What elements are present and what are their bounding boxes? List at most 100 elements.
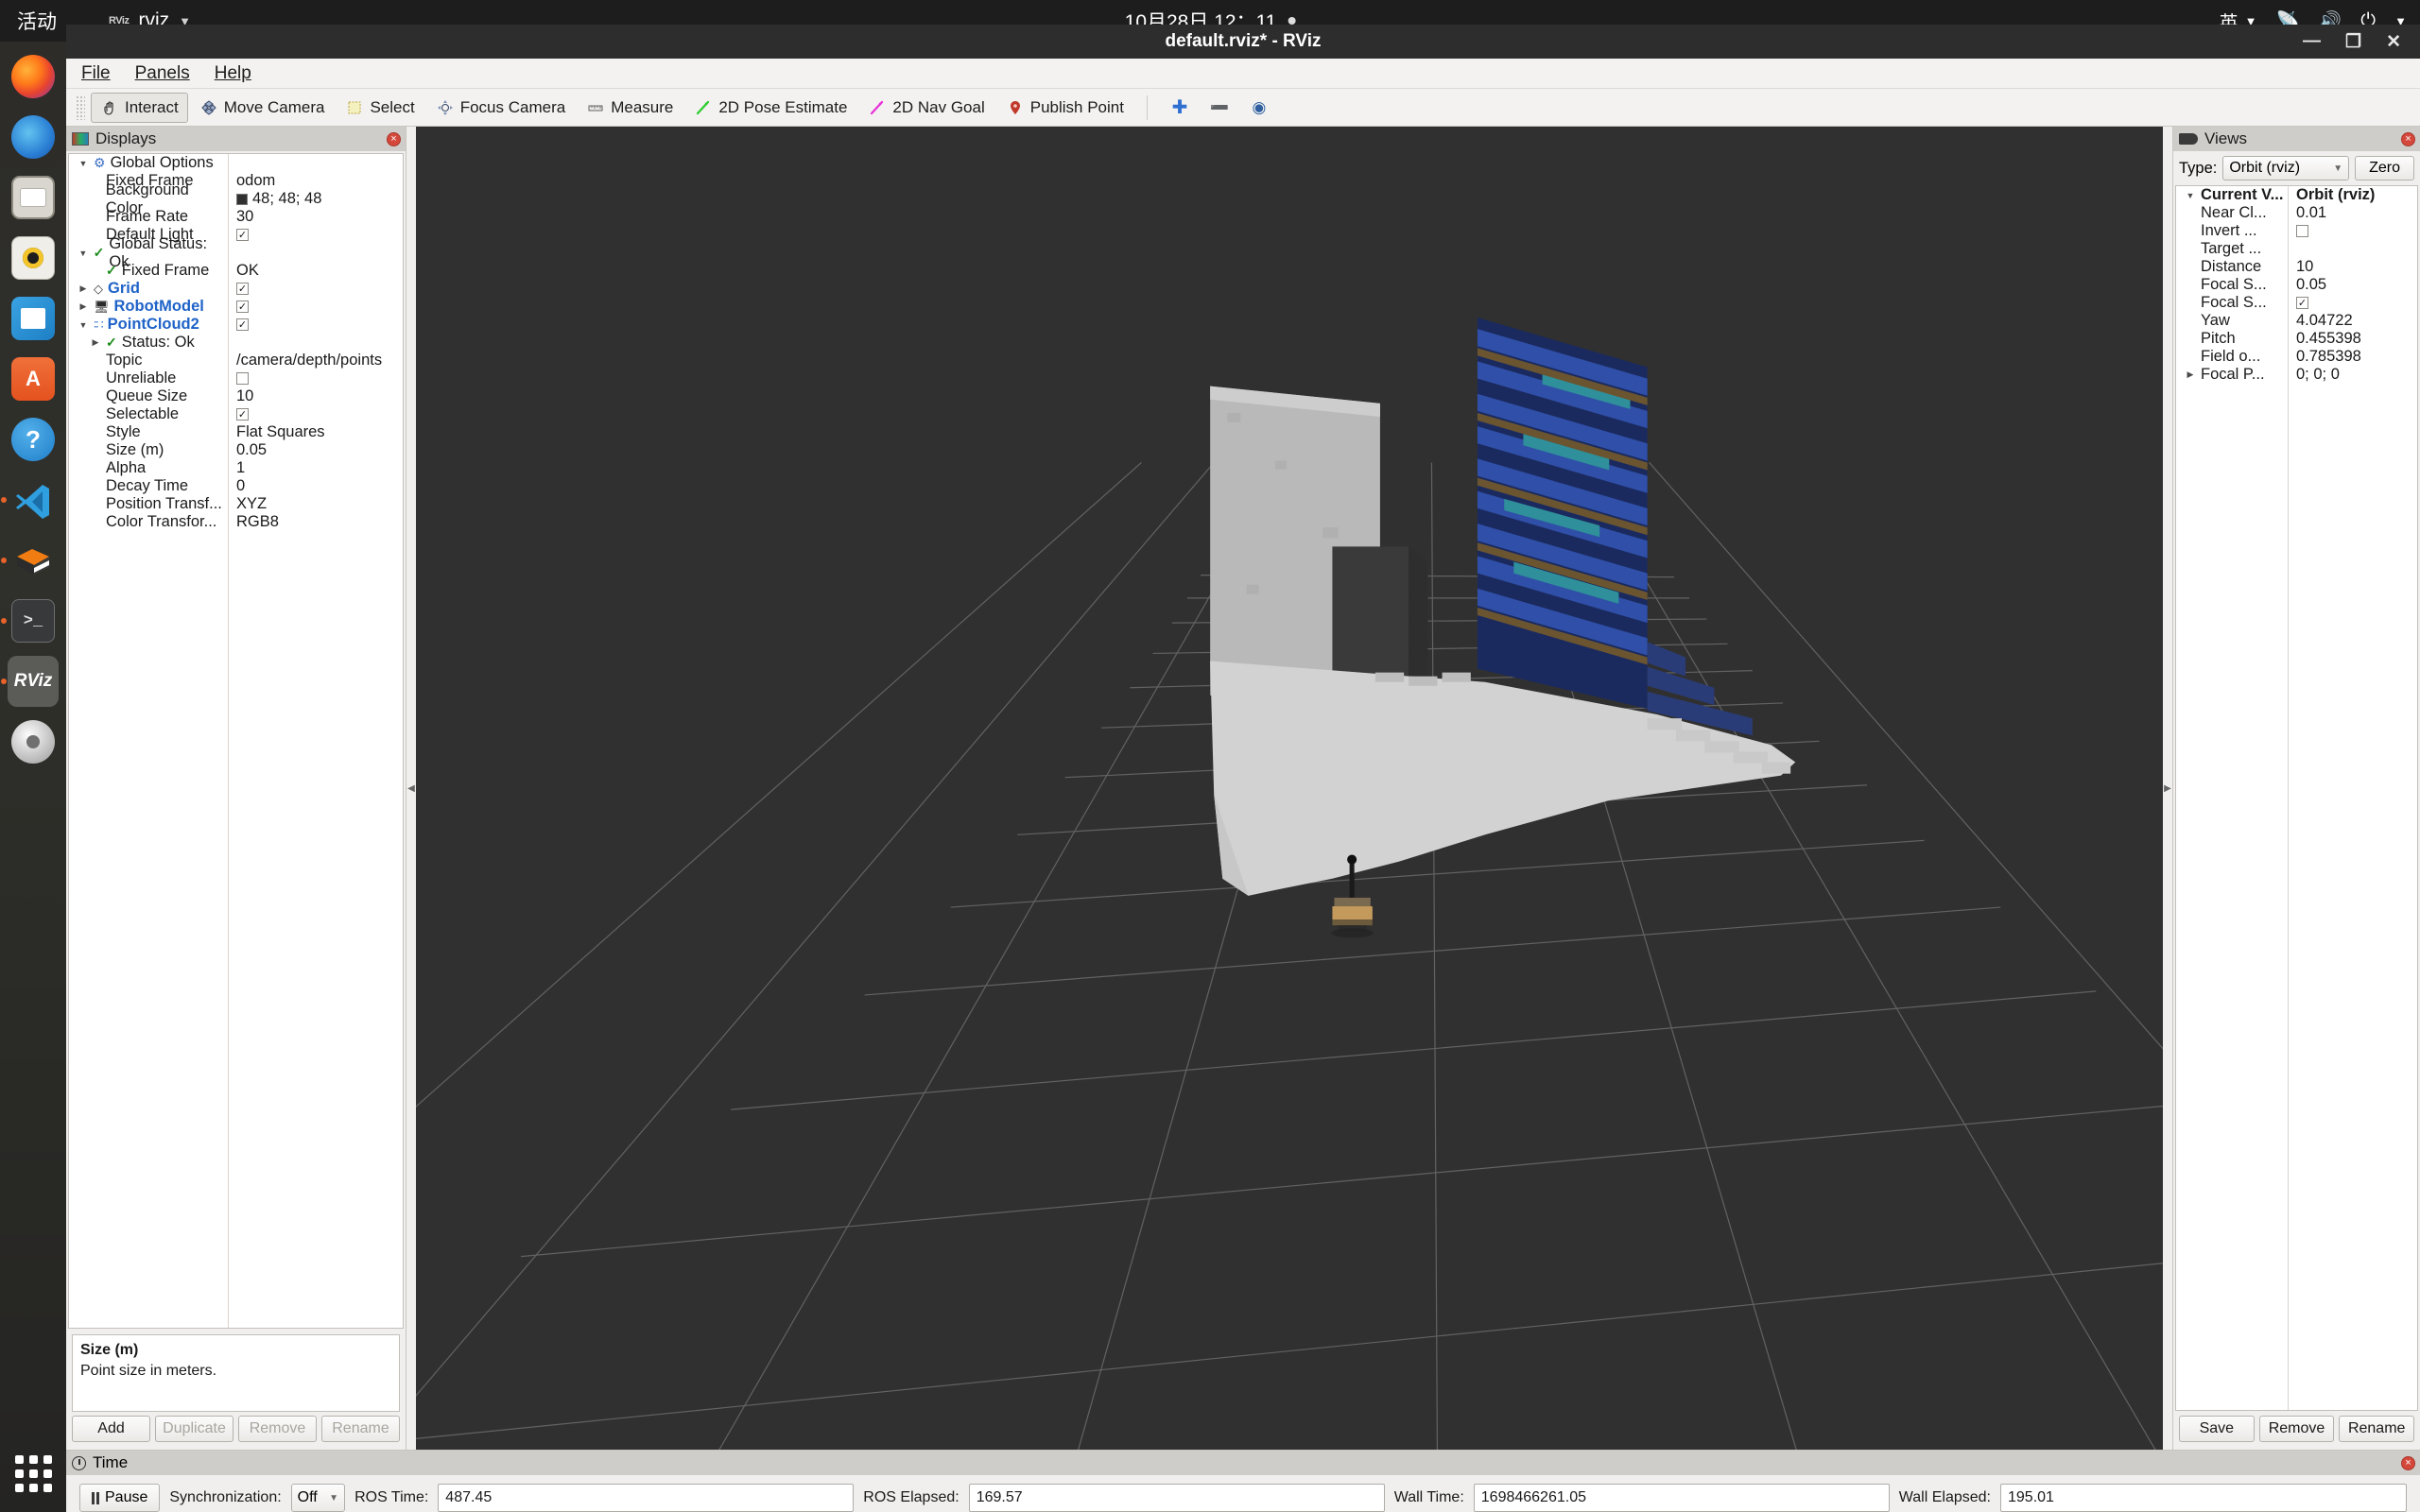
close-button[interactable]: ✕	[2386, 31, 2401, 53]
displays-tree[interactable]: ⚙ Global Options Fixed Frame odomBackground…	[68, 153, 404, 1329]
tree-row[interactable]: Yaw 4.04722	[2176, 312, 2417, 330]
tool-2d-pose-estimate[interactable]: 2D Pose Estimate	[684, 93, 856, 123]
tool-interact[interactable]: Interact	[91, 92, 188, 123]
tree-row[interactable]: Near Cl... 0.01	[2176, 204, 2417, 222]
right-splitter-handle[interactable]: ▶	[2163, 127, 2172, 1450]
dock-item-rviz[interactable]: RViz	[8, 656, 59, 707]
menu-item-file[interactable]: File	[81, 63, 111, 84]
tree-row[interactable]: Focal S... ✓	[2176, 294, 2417, 312]
tree-row[interactable]: ✓ Fixed Frame OK	[69, 262, 403, 280]
tree-row[interactable]: Decay Time 0	[69, 477, 403, 495]
tool-select[interactable]: Select	[336, 93, 424, 123]
tree-row[interactable]: Current V... Orbit (rviz)	[2176, 186, 2417, 204]
dock-item-rhythmbox[interactable]	[8, 232, 59, 284]
dock-item-firefox[interactable]	[8, 51, 59, 102]
dock-item-libreoffice-writer[interactable]	[8, 293, 59, 344]
remove-tool-button[interactable]: ➖	[1201, 93, 1238, 123]
dock-item-dvd[interactable]	[8, 716, 59, 767]
tree-row[interactable]: ✓Global Status: Ok	[69, 235, 403, 270]
activities-button[interactable]: 活动	[17, 7, 57, 35]
dock-item-thunderbird[interactable]	[8, 112, 59, 163]
tree-row[interactable]: Alpha 1	[69, 459, 403, 477]
tool-properties-button[interactable]: ◉	[1240, 93, 1278, 123]
checkbox[interactable]: ✓	[2296, 297, 2308, 309]
tree-row[interactable]: Unreliable	[69, 369, 403, 387]
add-tool-button[interactable]: ✚	[1161, 93, 1199, 123]
tree-row[interactable]: Focal P... 0; 0; 0	[2176, 366, 2417, 384]
tree-row[interactable]: 🖥RobotModel ✓	[69, 298, 403, 316]
tool-2d-nav-goal[interactable]: 2D Nav Goal	[858, 93, 994, 123]
dock-item-terminal[interactable]: >_	[8, 595, 59, 646]
render-viewport[interactable]	[416, 127, 2163, 1450]
ros-time-field[interactable]: 487.45	[438, 1484, 855, 1512]
tree-row[interactable]: Color Transfor... RGB8	[69, 513, 403, 531]
dock-item-help[interactable]	[8, 414, 59, 465]
tree-row[interactable]: ∶∷PointCloud2 ✓	[69, 316, 403, 334]
wall-elapsed-field[interactable]: 195.01	[2000, 1484, 2407, 1512]
tree-row[interactable]: Target ...	[2176, 240, 2417, 258]
tree-row[interactable]: ⚙ Global Options	[69, 154, 403, 172]
view-type-select[interactable]: Orbit (rviz) ▼	[2222, 156, 2350, 180]
dock-item-gazebo[interactable]	[8, 535, 59, 586]
close-icon[interactable]: ×	[387, 131, 401, 146]
ros-elapsed-field[interactable]: 169.57	[968, 1484, 1385, 1512]
expand-arrow-icon[interactable]	[2185, 191, 2196, 200]
tool-move-camera[interactable]: Move Camera	[190, 93, 335, 123]
tool-publish-point[interactable]: Publish Point	[996, 93, 1133, 123]
expand-arrow-icon[interactable]	[90, 337, 101, 348]
tree-row[interactable]: Frame Rate 30	[69, 208, 403, 226]
tree-row[interactable]: Selectable ✓	[69, 405, 403, 423]
tree-row[interactable]: Field o... 0.785398	[2176, 348, 2417, 366]
duplicate-display-button[interactable]: Duplicate	[155, 1416, 233, 1442]
rename-view-button[interactable]: Rename	[2339, 1416, 2415, 1442]
tree-row[interactable]: Distance 10	[2176, 258, 2417, 276]
checkbox[interactable]: ✓	[236, 301, 249, 313]
checkbox[interactable]: ✓	[236, 318, 249, 331]
close-icon[interactable]: ×	[2401, 1455, 2415, 1470]
remove-display-button[interactable]: Remove	[238, 1416, 317, 1442]
minimize-button[interactable]: —	[2303, 31, 2321, 52]
checkbox[interactable]	[236, 372, 249, 385]
dock-item-ubuntu-software[interactable]	[8, 353, 59, 404]
tree-row[interactable]: ✓ Status: Ok	[69, 334, 403, 352]
expand-arrow-icon[interactable]	[2185, 369, 2196, 380]
expand-arrow-icon[interactable]	[78, 320, 89, 330]
save-view-button[interactable]: Save	[2179, 1416, 2255, 1442]
synchronization-select[interactable]: Off ▼	[290, 1484, 346, 1512]
expand-arrow-icon[interactable]	[78, 284, 89, 294]
tree-row[interactable]: Background Color 48; 48; 48	[69, 181, 403, 216]
tree-row[interactable]: Focal S... 0.05	[2176, 276, 2417, 294]
tree-row[interactable]: ◇ Grid ✓	[69, 280, 403, 298]
tree-row[interactable]: Position Transf... XYZ	[69, 495, 403, 513]
rename-display-button[interactable]: Rename	[321, 1416, 400, 1442]
tree-row[interactable]: Topic/camera/depth/points	[69, 352, 403, 369]
remove-view-button[interactable]: Remove	[2258, 1416, 2335, 1442]
checkbox[interactable]	[2296, 225, 2308, 237]
menu-item-help[interactable]: Help	[215, 63, 251, 84]
expand-arrow-icon[interactable]	[78, 301, 89, 312]
color-swatch[interactable]	[236, 193, 248, 205]
tree-row[interactable]: Style Flat Squares	[69, 423, 403, 441]
zero-button[interactable]: Zero	[2355, 156, 2414, 180]
tree-row[interactable]: Pitch 0.455398	[2176, 330, 2417, 348]
show-applications-button[interactable]	[8, 1448, 59, 1499]
close-icon[interactable]: ×	[2401, 131, 2415, 146]
tool-measure[interactable]: Measure	[577, 93, 683, 123]
expand-arrow-icon[interactable]	[78, 249, 89, 258]
pause-button[interactable]: Pause	[79, 1484, 161, 1512]
menu-item-panels[interactable]: Panels	[135, 63, 190, 84]
dock-item-files[interactable]	[8, 172, 59, 223]
tree-row[interactable]: Queue Size 10	[69, 387, 403, 405]
toolbar-grip[interactable]	[76, 94, 85, 120]
add-display-button[interactable]: Add	[72, 1416, 150, 1442]
tree-row[interactable]: Size (m) 0.05	[69, 441, 403, 459]
dock-item-vscode[interactable]	[8, 474, 59, 525]
wall-time-field[interactable]: 1698466261.05	[1473, 1484, 1890, 1512]
expand-arrow-icon[interactable]	[78, 159, 89, 168]
tool-focus-camera[interactable]: Focus Camera	[426, 93, 575, 123]
checkbox[interactable]: ✓	[236, 229, 249, 241]
maximize-button[interactable]: ❐	[2345, 31, 2361, 53]
checkbox[interactable]: ✓	[236, 283, 249, 295]
checkbox[interactable]: ✓	[236, 408, 249, 421]
views-tree[interactable]: Current V... Orbit (rviz) Near Cl... 0.01 In…	[2175, 185, 2418, 1411]
